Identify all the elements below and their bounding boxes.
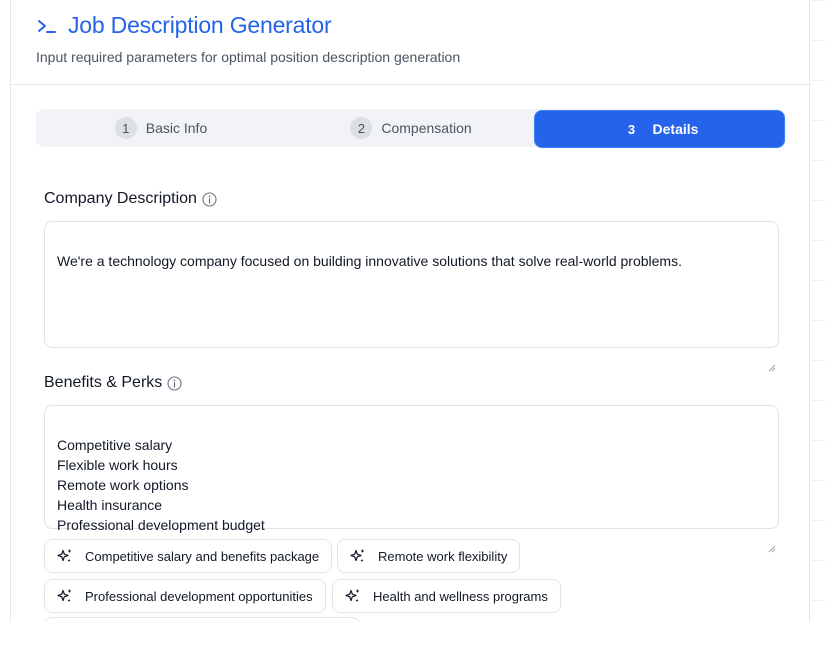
tab-compensation[interactable]: 2 Compensation <box>286 109 536 147</box>
label-text: Benefits & Perks <box>44 374 163 391</box>
resize-handle-icon[interactable] <box>768 518 776 553</box>
tab-basic-info[interactable]: 1 Basic Info <box>36 109 286 147</box>
chip-label: Professional development opportunities <box>85 588 313 604</box>
chip-label: Competitive salary and benefits package <box>85 548 320 564</box>
page-title: Job Description Generator <box>68 12 332 38</box>
company-description-value: We're a technology company focused on bu… <box>57 253 682 269</box>
suggestion-chip-partial[interactable] <box>44 617 360 622</box>
tab-label: Basic Info <box>145 120 208 136</box>
info-icon[interactable] <box>167 375 182 391</box>
company-description-label: Company Description <box>44 190 217 208</box>
suggestion-chip[interactable]: Health and wellness programs <box>332 579 561 613</box>
suggestion-chip[interactable]: Professional development opportunities <box>44 579 326 613</box>
title-row: Job Description Generator <box>36 12 332 39</box>
step-tabs: 1 Basic Info 2 Compensation 3 Details <box>36 109 786 147</box>
benefits-textarea[interactable]: Competitive salary Flexible work hours R… <box>44 405 779 553</box>
chip-label: Health and wellness programs <box>373 588 548 604</box>
suggestion-chip[interactable]: Competitive salary and benefits package <box>44 539 333 573</box>
step-number-badge: 2 <box>350 117 373 139</box>
terminal-prompt-icon <box>36 15 58 37</box>
card-header: Job Description Generator Input required… <box>11 0 809 85</box>
tab-details[interactable]: 3 Details <box>535 111 784 147</box>
step-number-badge: 1 <box>114 117 137 139</box>
benefits-label: Benefits & Perks <box>44 374 182 392</box>
sparkles-icon <box>350 549 365 562</box>
sparkles-icon <box>57 589 72 602</box>
background-grid <box>812 0 826 622</box>
tab-label: Details <box>652 121 699 137</box>
info-icon[interactable] <box>202 191 217 207</box>
sparkles-icon <box>57 549 72 562</box>
resize-handle-icon[interactable] <box>768 337 776 372</box>
company-description-textarea[interactable]: We're a technology company focused on bu… <box>44 221 779 372</box>
page-subtitle: Input required parameters for optimal po… <box>36 49 461 65</box>
label-text: Company Description <box>44 190 197 207</box>
suggestion-chip[interactable]: Remote work flexibility <box>337 539 521 573</box>
generator-card: Job Description Generator Input required… <box>10 0 810 622</box>
tab-label: Compensation <box>381 120 472 136</box>
benefits-value: Competitive salary Flexible work hours R… <box>57 437 265 533</box>
step-number-badge: 3 <box>627 121 636 137</box>
sparkles-icon <box>345 589 360 602</box>
chip-label: Remote work flexibility <box>378 548 508 564</box>
